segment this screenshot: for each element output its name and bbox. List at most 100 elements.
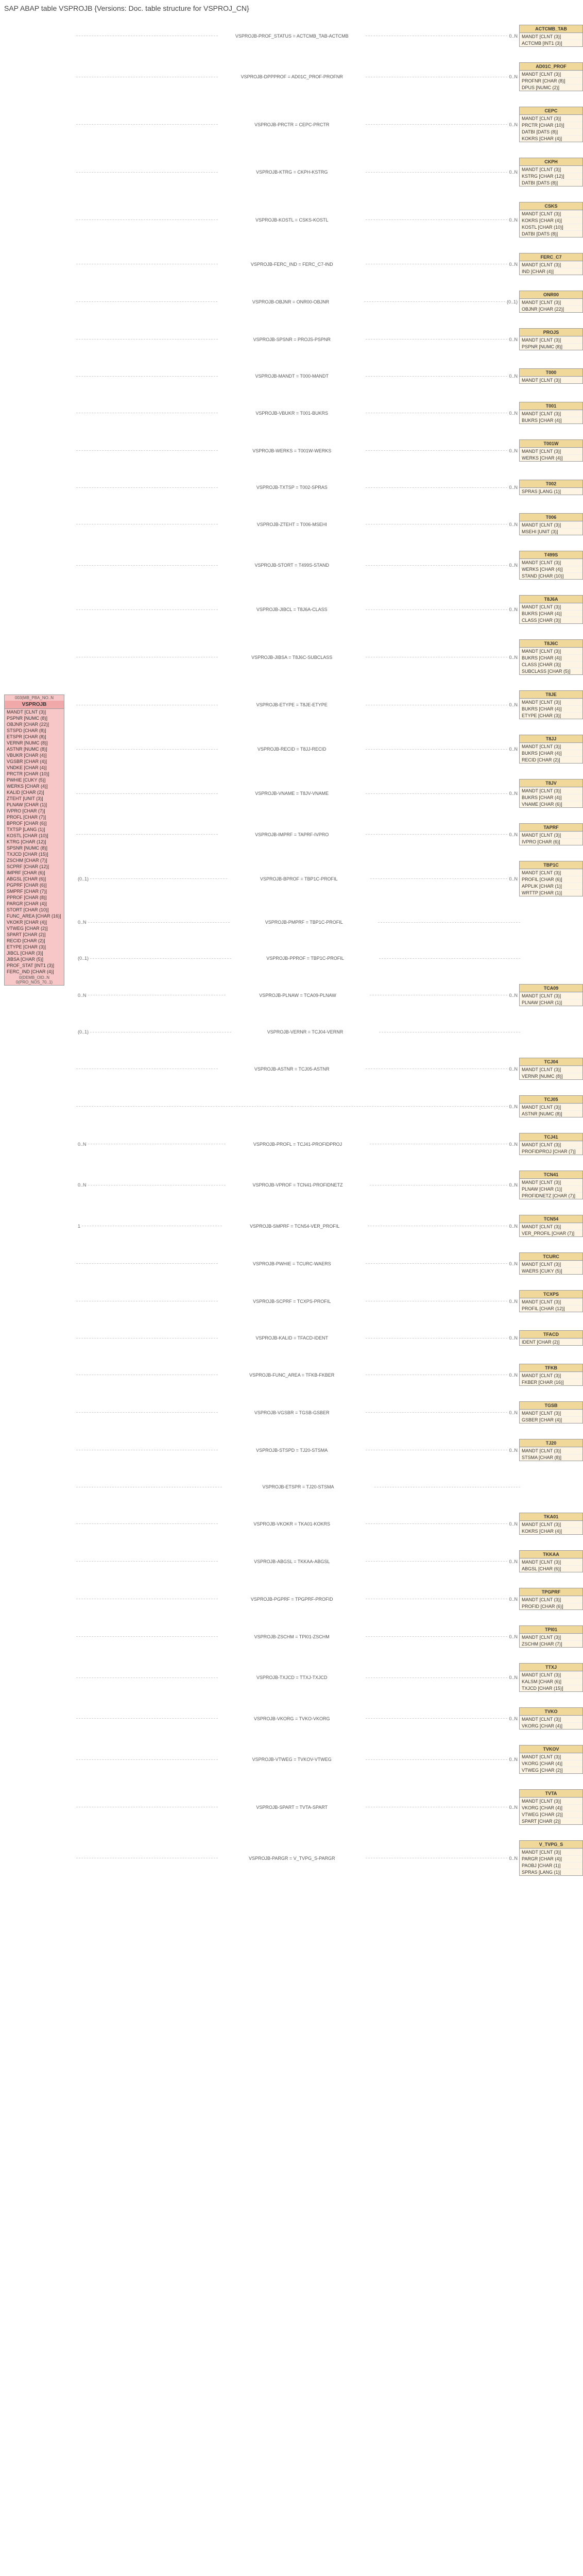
relation-label: VSPROJB-PRCTR = CEPC-PRCTR <box>218 122 366 127</box>
target-table-field: IND [CHAR (4)] <box>520 268 582 275</box>
target-table-header: ONR00 <box>520 291 582 299</box>
relation-label: VSPROJB-WERKS = T001W-WERKS <box>218 448 366 453</box>
main-table-field: ZSCHM [CHAR (7)] <box>5 857 64 863</box>
target-table-field: MANDT [CLNT (3)] <box>520 1521 582 1528</box>
target-table-field: PROFIDPROJ [CHAR (7)] <box>520 1148 582 1155</box>
relations-column: VSPROJB-PROF_STATUS = ACTCMB_TAB-ACTCMB0… <box>76 14 583 1891</box>
target-table-field: WRTTP [CHAR (1)] <box>520 889 582 896</box>
main-table-field: FUNC_AREA [CHAR (16)] <box>5 913 64 919</box>
target-table-field: GSBER [CHAR (4)] <box>520 1416 582 1423</box>
target-table-header: TCN54 <box>520 1215 582 1223</box>
target-table-field: WERKS [CHAR (4)] <box>520 566 582 572</box>
target-table: CEPCMANDT [CLNT (3)]PRCTR [CHAR (10)]DAT… <box>519 107 583 142</box>
card-target: 0..N <box>507 448 519 453</box>
relation-block: VSPROJB-SPART = TVTA-SPART0..NTVTAMANDT … <box>76 1789 583 1825</box>
relation-block: (0..1)VSPROJB-PPROF = TBP1C-PROFIL <box>76 948 583 969</box>
connector-line <box>366 1718 507 1719</box>
target-table-field: MANDT [CLNT (3)] <box>520 1716 582 1722</box>
target-table-field: MANDT [CLNT (3)] <box>520 1634 582 1640</box>
relation-label: VSPROJB-TXTSP = T002-SPRAS <box>218 485 366 490</box>
main-section: 003(MB_PBA_NO..NVSPROJBMANDT [CLNT (3)]P… <box>4 14 583 1891</box>
target-table-field: MANDT [CLNT (3)] <box>520 1104 582 1110</box>
relation-label: VSPROJB-VPROF = TCN41-PROFIDNETZ <box>226 1182 370 1188</box>
main-table-header: VSPROJB <box>5 701 64 709</box>
relation-label: VSPROJB-PLNAW = TCA09-PLNAW <box>226 993 370 998</box>
target-table-field: FKBER [CHAR (16)] <box>520 1379 582 1385</box>
main-table-field: PSPNR [NUMC (8)] <box>5 715 64 721</box>
target-table-field: MANDT [CLNT (3)] <box>520 33 582 40</box>
main-subtitle-bottom: 0(DEMB_OID..N 0(PRO_NOS_70..1) <box>5 975 64 985</box>
relation-label: VSPROJB-FERC_IND = FERC_C7-IND <box>218 262 366 267</box>
target-table-field: VER_PROFIL [CHAR (7)] <box>520 1230 582 1236</box>
target-table-field: VERNR [NUMC (8)] <box>520 1073 582 1079</box>
target-table: PROJSMANDT [CLNT (3)]PSPNR [NUMC (8)] <box>519 328 583 350</box>
target-table-header: T8J6A <box>520 596 582 603</box>
relation-label: VSPROJB-STSPD = TJ20-STSMA <box>218 1448 366 1453</box>
main-table-field: OBJNR [CHAR (22)] <box>5 721 64 727</box>
target-table-field: VTWEG [CHAR (2)] <box>520 1767 582 1773</box>
target-table-header: TVKO <box>520 1708 582 1716</box>
relation-block: VSPROJB-OBJNR = ONR00-OBJNR(0..1)ONR00MA… <box>76 291 583 313</box>
relation-label: VSPROJB-KOSTL = CSKS-KOSTL <box>218 217 366 223</box>
target-table-field: MANDT [CLNT (3)] <box>520 377 582 383</box>
target-table-header: TTXJ <box>520 1664 582 1671</box>
target-table-field: CLASS [CHAR (3)] <box>520 617 582 623</box>
target-table: ONR00MANDT [CLNT (3)]OBJNR [CHAR (22)] <box>519 291 583 313</box>
card-target: 0..N <box>507 1757 519 1762</box>
connector-line <box>76 450 218 451</box>
target-table-header: TPGPRF <box>520 1588 582 1596</box>
card-target: 0..N <box>507 655 519 660</box>
target-table-field: VNAME [CHAR (6)] <box>520 801 582 807</box>
card-target: 0..N <box>507 791 519 796</box>
target-table: TCN41MANDT [CLNT (3)]PLNAW [CHAR (1)]PRO… <box>519 1171 583 1199</box>
target-table-header: TJ20 <box>520 1439 582 1447</box>
card-target: 0..N <box>507 74 519 79</box>
target-table-field: VKORG [CHAR (4)] <box>520 1804 582 1811</box>
target-table-header: T001 <box>520 402 582 410</box>
card-target: 0..N <box>507 262 519 267</box>
target-table-field: SPRAS [LANG (1)] <box>520 488 582 495</box>
target-table: T8JEMANDT [CLNT (3)]BUKRS [CHAR (4)]ETYP… <box>519 690 583 719</box>
relation-block: VSPROJB-PWHIE = TCURC-WAERS0..NTCURCMAND… <box>76 1252 583 1275</box>
target-table-field: DATBI [DATS (8)] <box>520 128 582 135</box>
card-target: 0..N <box>507 1634 519 1639</box>
target-table-field: ETYPE [CHAR (3)] <box>520 712 582 719</box>
target-table: T000MANDT [CLNT (3)] <box>519 368 583 384</box>
target-table-header: TCJ41 <box>520 1133 582 1141</box>
main-table-field: FERC_IND [CHAR (4)] <box>5 969 64 975</box>
relation-label: VSPROJB-VNAME = T8JV-VNAME <box>218 791 366 796</box>
connector-line <box>364 301 505 302</box>
relation-block: VSPROJB-ETSPR = TJ20-STSMA <box>76 1477 583 1497</box>
target-table-field: MANDT [CLNT (3)] <box>520 448 582 454</box>
card-target: 0..N <box>507 337 519 342</box>
main-table-field: JIBSA [CHAR (5)] <box>5 956 64 962</box>
card-target: 0..N <box>507 1142 519 1147</box>
target-table: T8JVMANDT [CLNT (3)]BUKRS [CHAR (4)]VNAM… <box>519 779 583 808</box>
relation-block: 0..NVSPROJB-PLNAW = TCA09-PLNAW0..NTCA09… <box>76 984 583 1006</box>
main-table-field: STSPD [CHAR (8)] <box>5 727 64 734</box>
main-table-field: VBUKR [CHAR (4)] <box>5 752 64 758</box>
connector-line <box>76 1677 218 1678</box>
target-table: V_TVPG_SMANDT [CLNT (3)]PARGR [CHAR (4)]… <box>519 1840 583 1876</box>
relation-block: VSPROJB-ZTEHT = T006-MSEHI0..NT006MANDT … <box>76 513 583 535</box>
main-table-field: PROFL [CHAR (7)] <box>5 814 64 820</box>
target-table-field: BUKRS [CHAR (4)] <box>520 794 582 801</box>
target-table: TVKOMANDT [CLNT (3)]VKORG [CHAR (4)] <box>519 1707 583 1730</box>
target-table-field: SPRAS [LANG (1)] <box>520 1869 582 1875</box>
connector-line <box>366 749 507 750</box>
relation-block: VSPROJB-MANDT = T000-MANDT0..NT000MANDT … <box>76 366 583 386</box>
main-table-field: VNDKE [CHAR (4)] <box>5 765 64 771</box>
connector-line <box>76 1523 218 1524</box>
card-target: 0..N <box>507 122 519 127</box>
target-table: TFKBMANDT [CLNT (3)]FKBER [CHAR (16)] <box>519 1364 583 1386</box>
card-target: 0..N <box>507 1335 519 1341</box>
relation-block: VSPROJB-FUNC_AREA = TFKB-FKBER0..NTFKBMA… <box>76 1364 583 1386</box>
target-table-field: TXJCD [CHAR (15)] <box>520 1685 582 1691</box>
target-table-header: TCA09 <box>520 985 582 992</box>
relation-block: 1VSPROJB-SMPRF = TCN54-VER_PROFIL0..NTCN… <box>76 1215 583 1237</box>
relation-block: VSPROJB-PROF_STATUS = ACTCMB_TAB-ACTCMB0… <box>76 25 583 47</box>
target-table-header: TCJ04 <box>520 1058 582 1066</box>
relation-block: VSPROJB-KTRG = CKPH-KSTRG0..NCKPHMANDT [… <box>76 158 583 187</box>
target-table-field: DATBI [DATS (8)] <box>520 230 582 237</box>
target-table-header: TPI01 <box>520 1626 582 1634</box>
